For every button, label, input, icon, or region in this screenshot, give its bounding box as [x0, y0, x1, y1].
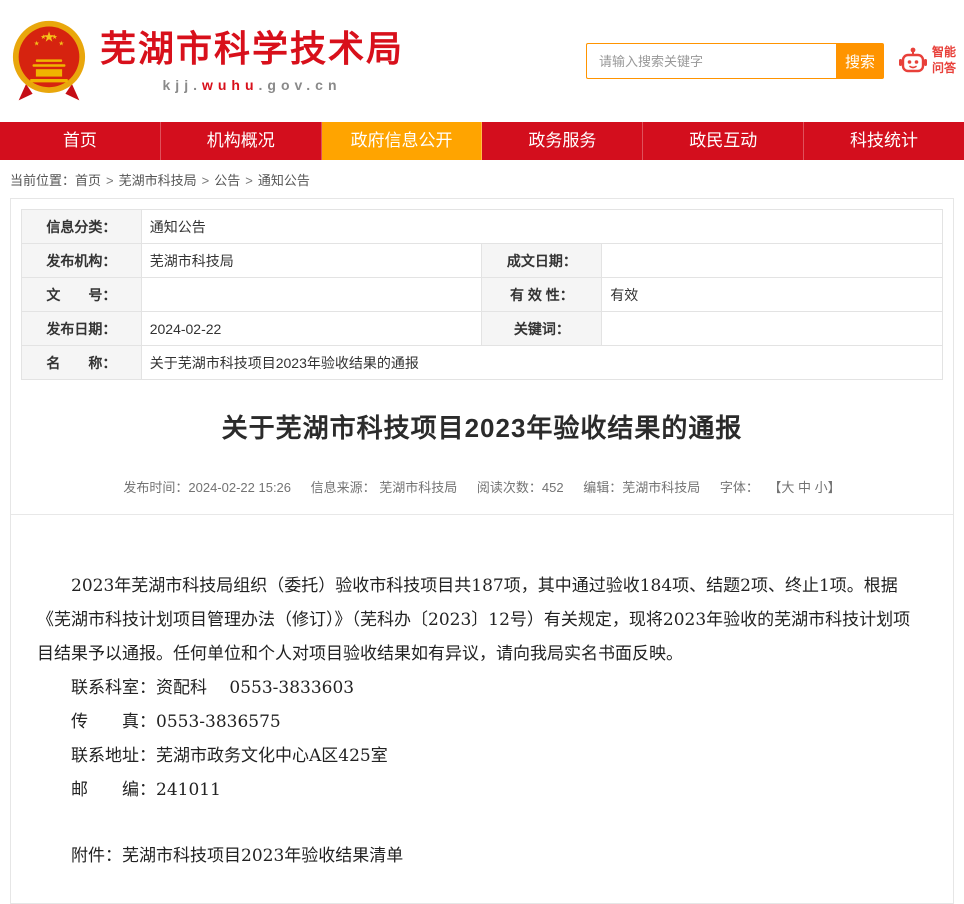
breadcrumb-bureau[interactable]: 芜湖市科技局 [119, 173, 197, 188]
article-meta: 发布时间：2024-02-22 15:26 信息来源： 芜湖市科技局 阅读次数：… [11, 477, 953, 515]
info-label-name: 名 称： [22, 346, 142, 380]
info-label-keywords: 关键词： [482, 312, 602, 346]
breadcrumb: 当前位置：首页 > 芜湖市科技局 > 公告 > 通知公告 [0, 160, 964, 198]
font-size-options[interactable]: 【大 中 小】 [775, 480, 841, 495]
content-panel: 信息分类： 通知公告 发布机构： 芜湖市科技局 成文日期： 文 号： 有 效 性… [10, 198, 954, 904]
info-value-publisher: 芜湖市科技局 [141, 244, 482, 278]
search-button[interactable]: 搜索 [836, 43, 884, 79]
info-value-publish-date: 2024-02-22 [141, 312, 482, 346]
info-label-category: 信息分类： [22, 210, 142, 244]
info-label-written-date: 成文日期： [482, 244, 602, 278]
search-input[interactable] [586, 43, 836, 79]
search-box: 搜索 [586, 43, 884, 79]
article-title: 关于芜湖市科技项目2023年验收结果的通报 [11, 408, 953, 445]
meta-editor: 编辑：芜湖市科技局 [583, 480, 700, 495]
site-url-highlight: wuhu [202, 77, 259, 93]
nav-item-interaction[interactable]: 政民互动 [643, 122, 804, 160]
svg-text:★: ★ [52, 33, 58, 41]
breadcrumb-home[interactable]: 首页 [75, 173, 101, 188]
nav-item-home[interactable]: 首页 [0, 122, 161, 160]
site-url-suffix: .gov.cn [259, 77, 342, 93]
breadcrumb-announcement[interactable]: 通知公告 [258, 173, 310, 188]
info-label-doc-number: 文 号： [22, 278, 142, 312]
table-row: 信息分类： 通知公告 [22, 210, 943, 244]
breadcrumb-separator: > [202, 173, 210, 188]
smart-qa-line1: 智能 [932, 45, 956, 61]
info-label-publish-date: 发布日期： [22, 312, 142, 346]
document-info-table: 信息分类： 通知公告 发布机构： 芜湖市科技局 成文日期： 文 号： 有 效 性… [21, 209, 943, 380]
attachment-link[interactable]: 附件：芜湖市科技项目2023年验收结果清单 [37, 839, 927, 873]
table-row: 名 称： 关于芜湖市科技项目2023年验收结果的通报 [22, 346, 943, 380]
breadcrumb-separator: > [106, 173, 114, 188]
table-row: 文 号： 有 效 性： 有效 [22, 278, 943, 312]
info-value-category: 通知公告 [141, 210, 942, 244]
article-body: 2023年芜湖市科技局组织（委托）验收市科技项目共187项，其中通过验收184项… [11, 569, 953, 873]
nav-item-services[interactable]: 政务服务 [482, 122, 643, 160]
info-value-name: 关于芜湖市科技项目2023年验收结果的通报 [141, 346, 942, 380]
contact-address: 联系地址：芜湖市政务文化中心A区425室 [37, 739, 927, 773]
info-value-written-date [602, 244, 943, 278]
info-label-publisher: 发布机构： [22, 244, 142, 278]
nav-item-overview[interactable]: 机构概况 [161, 122, 322, 160]
meta-source: 信息来源： 芜湖市科技局 [311, 480, 458, 495]
nav-item-gov-info[interactable]: 政府信息公开 [322, 122, 483, 160]
page: ★ ★ ★ ★ ★ 芜湖市科学技术局 kjj.wuhu.gov.cn 搜索 [0, 0, 964, 904]
meta-font-label: 字体： [720, 480, 759, 495]
table-row: 发布机构： 芜湖市科技局 成文日期： [22, 244, 943, 278]
article-paragraph: 2023年芜湖市科技局组织（委托）验收市科技项目共187项，其中通过验收184项… [37, 569, 927, 671]
breadcrumb-prefix: 当前位置： [10, 173, 75, 188]
breadcrumb-separator: > [245, 173, 253, 188]
meta-publish-time: 发布时间：2024-02-22 15:26 [123, 480, 291, 495]
national-emblem-icon: ★ ★ ★ ★ ★ [8, 15, 90, 107]
robot-icon [898, 46, 928, 76]
info-label-validity: 有 效 性： [482, 278, 602, 312]
info-value-keywords [602, 312, 943, 346]
smart-qa-line2: 问答 [932, 61, 956, 77]
contact-department: 联系科室：资配科 0553-3833603 [37, 671, 927, 705]
breadcrumb-notice[interactable]: 公告 [214, 173, 240, 188]
site-header: ★ ★ ★ ★ ★ 芜湖市科学技术局 kjj.wuhu.gov.cn 搜索 [0, 0, 964, 122]
info-value-validity: 有效 [602, 278, 943, 312]
header-right: 搜索 智能 问答 [586, 43, 956, 79]
contact-fax: 传 真：0553-3836575 [37, 705, 927, 739]
site-url: kjj.wuhu.gov.cn [100, 77, 404, 93]
info-value-doc-number [141, 278, 482, 312]
table-row: 发布日期： 2024-02-22 关键词： [22, 312, 943, 346]
site-url-prefix: kjj. [163, 77, 202, 93]
smart-qa-label: 智能 问答 [932, 45, 956, 76]
contact-postcode: 邮 编：241011 [37, 773, 927, 807]
svg-text:★: ★ [40, 33, 46, 41]
main-nav: 首页 机构概况 政府信息公开 政务服务 政民互动 科技统计 [0, 122, 964, 160]
smart-qa-button[interactable]: 智能 问答 [898, 45, 956, 76]
meta-views: 阅读次数：452 [477, 480, 564, 495]
nav-item-statistics[interactable]: 科技统计 [804, 122, 964, 160]
site-title: 芜湖市科学技术局 [100, 29, 404, 69]
svg-text:★: ★ [34, 39, 40, 47]
logo-area: ★ ★ ★ ★ ★ 芜湖市科学技术局 kjj.wuhu.gov.cn [8, 15, 404, 107]
title-block: 芜湖市科学技术局 kjj.wuhu.gov.cn [100, 29, 404, 93]
svg-text:★: ★ [58, 39, 64, 47]
